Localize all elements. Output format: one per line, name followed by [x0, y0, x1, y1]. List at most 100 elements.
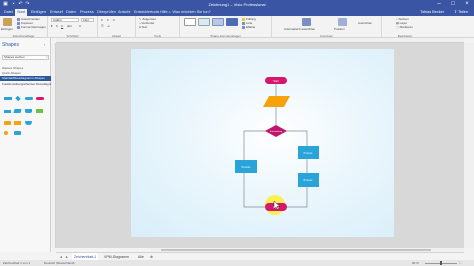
style-swatch-2[interactable]: [198, 18, 210, 26]
group-tools: ↖ Zeigertool ⤷ Verbinder A Text Tools: [136, 16, 180, 38]
style-swatch-3[interactable]: [212, 18, 224, 26]
group-font: Calibri 12pt. F K U abc A Schriftart: [48, 16, 98, 38]
shapes-search-input[interactable]: Shapes suchen ⌕: [2, 55, 49, 60]
bold-button[interactable]: F: [51, 24, 53, 28]
tab-datei[interactable]: Datei: [2, 9, 15, 16]
paste-button[interactable]: Einfügen: [1, 27, 13, 31]
manual-op-shape-icon[interactable]: [14, 121, 21, 125]
zoom-slider-knob[interactable]: [440, 261, 442, 265]
tab-daten[interactable]: Daten: [64, 9, 78, 16]
font-name-select[interactable]: Calibri: [51, 18, 79, 22]
offpage-shape-icon[interactable]: [25, 121, 32, 125]
bullets-icon[interactable]: ☰: [101, 24, 104, 28]
shapes-pane: Shapes ‹ Shapes suchen ⌕ Weitere Shapes …: [0, 38, 51, 252]
status-bar: Zeichenblatt 1 von 1 Deutsch (Deutschlan…: [0, 260, 474, 266]
decision-shape-icon[interactable]: [15, 95, 21, 102]
tab-entwicklertools[interactable]: Entwicklertools: [132, 9, 161, 16]
terminator-shape-icon[interactable]: [25, 97, 33, 100]
decision-shape-label: Entscheidung: [270, 130, 282, 133]
input-shape[interactable]: [263, 96, 290, 107]
effects-label: Effekte: [246, 25, 256, 29]
select-button[interactable]: ⬚ Markieren: [396, 25, 413, 29]
align-button[interactable]: Ausrichten: [358, 21, 372, 25]
document-shape-icon[interactable]: [25, 109, 32, 113]
user-name[interactable]: Tobias Becker: [420, 9, 444, 16]
tab-ueberpruefen[interactable]: Überprüfen: [95, 9, 118, 16]
align-right-icon[interactable]: ≡: [113, 18, 115, 22]
group-clipboard: Einfügen Ausschneiden Kopieren Format üb…: [0, 16, 48, 38]
group-paragraph: ≡ ≡ ≡ ☰ ⇥ Absatz: [98, 16, 136, 38]
drawing-canvas[interactable]: Start Entscheidung Prozess Prozess Proze…: [56, 43, 464, 248]
group-edit: ⌕ Suchen ▤ Layer ⬚ Markieren Bearbeiten: [382, 16, 428, 38]
minimize-icon[interactable]: –: [432, 0, 446, 9]
vertical-scrollbar[interactable]: [464, 43, 474, 248]
process-left-label: Prozess: [242, 166, 251, 169]
tab-prozess[interactable]: Prozess: [78, 9, 96, 16]
effects-button[interactable]: Effekte: [242, 25, 255, 29]
process-right-top-label: Prozess: [304, 152, 313, 155]
tab-ansicht[interactable]: Ansicht: [116, 9, 132, 16]
tab-einfuegen[interactable]: Einfügen: [29, 9, 48, 16]
shapes-pane-title: Shapes: [2, 42, 19, 48]
connector-left-end: [243, 173, 267, 208]
quick-shapes-link[interactable]: Quick-Shapes: [2, 71, 21, 75]
more-shapes-link[interactable]: Weitere Shapes: [2, 66, 23, 70]
style-swatch-4[interactable]: [226, 18, 238, 26]
align-left-icon[interactable]: ≡: [101, 18, 103, 22]
stencil-crossfunctional-flowchart[interactable]: Funktionsübergreifendes Flussdiagramm: [0, 82, 51, 87]
manual-input-shape-icon[interactable]: [36, 109, 43, 113]
drawing-page[interactable]: Start Entscheidung Prozess Prozess Proze…: [131, 49, 394, 237]
shapes-search-placeholder: Shapes suchen: [4, 55, 25, 59]
auto-align-icon[interactable]: [302, 18, 311, 26]
format-painter-button[interactable]: Format übertragen: [17, 25, 46, 29]
page-tabs-bar: ◂ ▸ Zeichenblatt-1 VPM-Diagramm Alle ⊕: [56, 252, 464, 261]
text-tool-button[interactable]: A Text: [139, 25, 147, 29]
position-icon[interactable]: [338, 18, 347, 26]
brush-icon: [17, 25, 20, 29]
horizontal-scroll-thumb[interactable]: [161, 249, 431, 251]
ribbon-tab-bar: Datei Start Einfügen Entwurf Daten Proze…: [0, 9, 474, 16]
align-center-icon[interactable]: ≡: [107, 18, 109, 22]
format-painter-label: Format übertragen: [21, 25, 46, 29]
text-tool-label: Text: [141, 25, 148, 29]
process-shape-icon[interactable]: [4, 97, 12, 100]
fit-page-icon[interactable]: ⛶: [459, 260, 461, 266]
share-button[interactable]: ⇪ Teilen: [454, 9, 468, 16]
status-language[interactable]: Deutsch (Deutschland): [44, 260, 75, 266]
subprocess-shape-icon[interactable]: [4, 110, 11, 113]
effects-icon: [242, 25, 245, 29]
preparation-shape-icon[interactable]: [4, 121, 11, 125]
auto-align-button[interactable]: Automatisch ausrichten: [284, 27, 315, 31]
style-swatch-1[interactable]: [184, 18, 196, 26]
group-shape-styles: Füllung Linie Effekte Shape-Formatvorlag…: [180, 16, 272, 38]
start-end-shape-icon[interactable]: [36, 97, 44, 100]
underline-button[interactable]: U: [61, 24, 63, 28]
stencil-standard-flowchart[interactable]: Standardflussdiagramm-Shapes: [0, 76, 51, 81]
connector-decision-right: [285, 130, 308, 146]
search-icon[interactable]: ⌕: [46, 56, 48, 59]
strike-button[interactable]: abc: [67, 24, 72, 28]
maximize-icon[interactable]: □: [446, 0, 460, 9]
tab-start[interactable]: Start: [15, 9, 28, 16]
connector-right-end: [285, 187, 308, 208]
database-shape-icon[interactable]: [14, 131, 21, 135]
tell-me-box[interactable]: ☼ Was möchten Sie tun?: [168, 9, 211, 16]
select-label: Markieren: [399, 25, 414, 29]
indent-icon[interactable]: ⇥: [107, 24, 110, 28]
data-shape-icon[interactable]: [13, 109, 22, 113]
connector-shape-icon[interactable]: [4, 131, 8, 135]
tab-entwurf[interactable]: Entwurf: [48, 9, 65, 16]
position-button[interactable]: Position: [334, 27, 345, 31]
italic-button[interactable]: K: [56, 24, 58, 28]
collapse-pane-icon[interactable]: ‹: [44, 42, 45, 47]
title-bar: ▣ ▪ ↶ ↷ Zeichnung1 – Visio Professional …: [0, 0, 474, 9]
font-size-select[interactable]: 12pt.: [81, 18, 94, 22]
paste-icon[interactable]: [3, 18, 12, 26]
font-color-button[interactable]: A: [79, 24, 81, 28]
process-right-bottom-label: Prozess: [304, 179, 313, 182]
close-icon[interactable]: ×: [460, 0, 474, 9]
zoom-level[interactable]: 90 %: [412, 260, 419, 266]
status-page[interactable]: Zeichenblatt 1 von 1: [3, 260, 30, 266]
tell-me-text: Was möchten Sie tun?: [172, 10, 211, 14]
window-title: Zeichnung1 – Visio Professional: [208, 2, 266, 7]
